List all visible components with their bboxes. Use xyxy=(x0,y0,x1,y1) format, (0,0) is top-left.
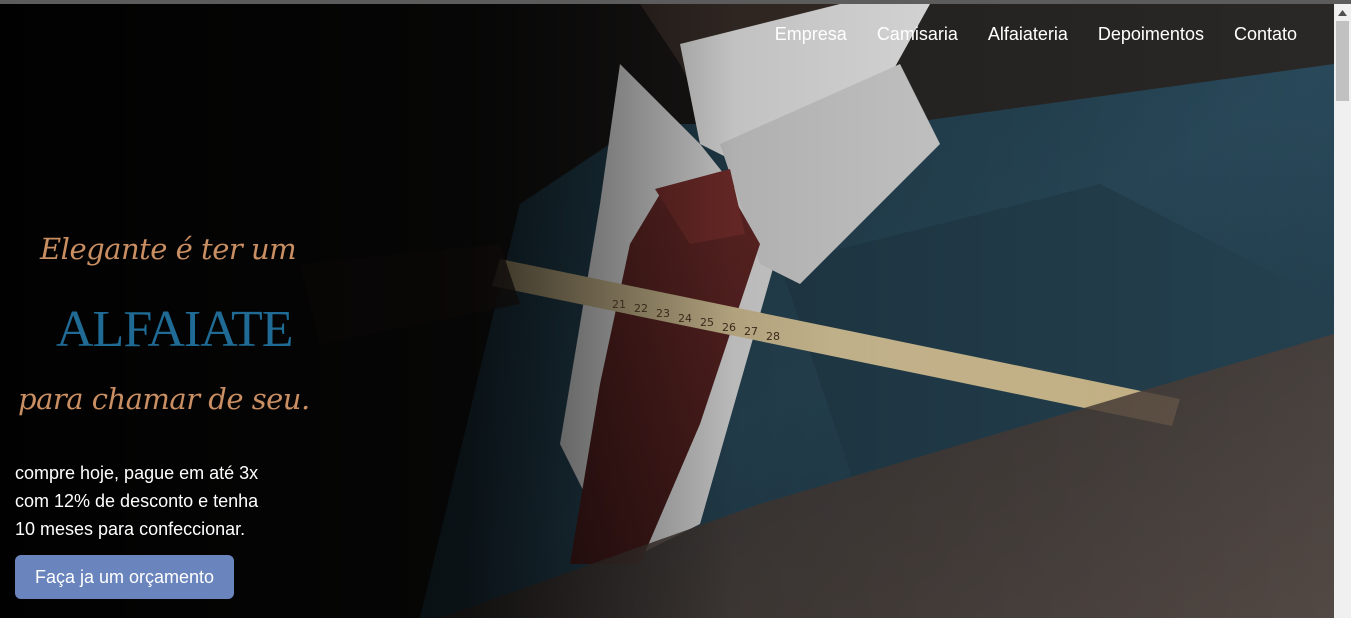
request-quote-button[interactable]: Faça ja um orçamento xyxy=(15,555,234,599)
tape-number: 21 xyxy=(612,298,626,311)
nav-item-alfaiateria[interactable]: Alfaiateria xyxy=(988,24,1068,45)
chevron-up-icon[interactable] xyxy=(1334,4,1351,21)
nav-item-empresa[interactable]: Empresa xyxy=(775,24,847,45)
tape-number: 24 xyxy=(678,312,692,325)
nav-item-contato[interactable]: Contato xyxy=(1234,24,1297,45)
hero-headline: ALFAIATE xyxy=(56,301,294,358)
promo-line: compre hoje, pague em até 3x xyxy=(15,463,259,483)
hero-tagline-bottom: para chamar de seu. xyxy=(18,382,310,416)
nav-item-depoimentos[interactable]: Depoimentos xyxy=(1098,24,1204,45)
scrollbar-thumb[interactable] xyxy=(1336,21,1349,101)
hero-tagline-top: Elegante é ter um xyxy=(40,232,297,266)
page-scrollbar[interactable] xyxy=(1334,4,1351,618)
tape-number: 22 xyxy=(634,302,648,315)
tape-number: 26 xyxy=(722,321,736,334)
nav-item-camisaria[interactable]: Camisaria xyxy=(877,24,958,45)
tape-number: 27 xyxy=(744,325,758,338)
tape-number: 23 xyxy=(656,307,670,320)
tape-number: 25 xyxy=(700,316,714,329)
hero-section: 21 22 23 24 25 26 27 28 Empresa Camisari… xyxy=(0,4,1334,618)
promo-line: com 12% de desconto e tenha xyxy=(15,491,259,511)
hero-promo-text: compre hoje, pague em até 3x com 12% de … xyxy=(15,459,295,543)
tape-number: 28 xyxy=(766,330,780,343)
promo-line: 10 meses para confeccionar. xyxy=(15,519,246,539)
main-nav: Empresa Camisaria Alfaiateria Depoimento… xyxy=(775,24,1297,45)
